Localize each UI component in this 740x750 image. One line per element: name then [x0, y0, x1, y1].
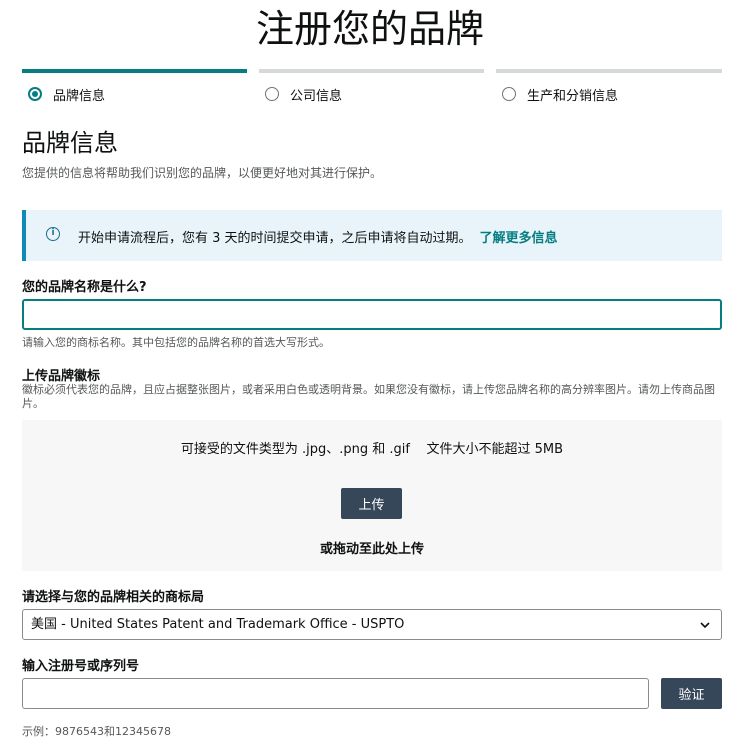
logo-upload-label: 上传品牌徽标: [22, 369, 101, 384]
logo-drop-zone[interactable]: 可接受的文件类型为 .jpg、.png 和 .gif 文件大小不能超过 5MB …: [22, 420, 722, 571]
verify-button[interactable]: 验证: [661, 678, 722, 709]
chevron-down-icon: [700, 622, 710, 629]
info-alert: i 开始申请流程后，您有 3 天的时间提交申请，之后申请将自动过期。 了解更多信息: [22, 210, 722, 261]
logo-upload-hint: 徽标必须代表您的品牌，且应占据整张图片，或者采用白色或透明背景。如果您没有徽标，…: [22, 383, 715, 410]
step-radio-icon[interactable]: [502, 87, 516, 101]
info-message: 开始申请流程后，您有 3 天的时间提交申请，之后申请将自动过期。 了解更多信息: [78, 227, 558, 246]
step-progress-distribution: [496, 69, 722, 73]
section-description: 您提供的信息将帮助我们识别您的品牌，以便更好地对其进行保护。: [22, 166, 383, 180]
upload-button[interactable]: 上传: [341, 488, 402, 519]
trademark-office-label: 请选择与您的品牌相关的商标局: [22, 590, 205, 605]
step-radio-selected-icon[interactable]: [28, 87, 42, 101]
brand-name-hint: 请输入您的商标名称。其中包括您的品牌名称的首选大写形式。: [22, 336, 330, 349]
step-label: 品牌信息: [53, 88, 106, 104]
step-brand-info[interactable]: 品牌信息: [28, 84, 105, 104]
trademark-office-value: 美国 - United States Patent and Trademark …: [31, 617, 405, 632]
page-title: 注册您的品牌: [255, 7, 484, 51]
info-icon: i: [46, 227, 60, 241]
step-label: 公司信息: [290, 88, 343, 104]
registration-number-label: 输入注册号或序列号: [22, 659, 140, 674]
step-progress-company: [259, 69, 484, 73]
step-distribution-info[interactable]: 生产和分销信息: [502, 84, 618, 104]
step-label: 生产和分销信息: [527, 88, 619, 104]
info-text: 开始申请流程后，您有 3 天的时间提交申请，之后申请将自动过期。: [78, 231, 472, 246]
trademark-office-select[interactable]: 美国 - United States Patent and Trademark …: [22, 609, 722, 640]
section-title: 品牌信息: [22, 129, 118, 157]
step-radio-icon[interactable]: [265, 87, 279, 101]
upload-requirements: 可接受的文件类型为 .jpg、.png 和 .gif 文件大小不能超过 5MB: [180, 442, 564, 457]
step-progress-brand: [22, 69, 247, 73]
learn-more-link[interactable]: 了解更多信息: [480, 231, 558, 246]
brand-name-input[interactable]: [22, 299, 722, 330]
brand-name-label: 您的品牌名称是什么?: [22, 280, 147, 295]
registration-example: 示例：9876543和12345678: [22, 725, 171, 738]
step-company-info[interactable]: 公司信息: [265, 84, 342, 104]
drop-instruction: 或拖动至此处上传: [319, 542, 424, 557]
registration-number-input[interactable]: [22, 678, 649, 709]
